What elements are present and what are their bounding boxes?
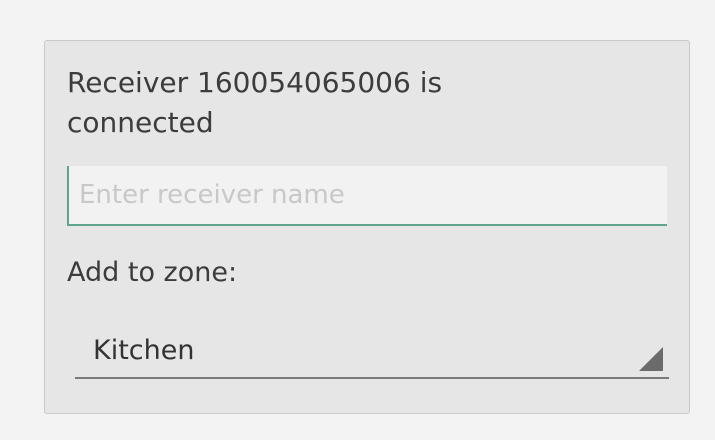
dropdown-corner-icon [639,347,663,371]
receiver-name-input[interactable] [67,166,667,226]
zone-select[interactable]: Kitchen [75,329,669,379]
connection-message: Receiver 160054065006 is connected [67,66,443,139]
zone-label: Add to zone: [67,257,238,288]
zone-selected-value: Kitchen [93,335,195,366]
receiver-dialog: Receiver 160054065006 is connected Add t… [44,40,690,414]
